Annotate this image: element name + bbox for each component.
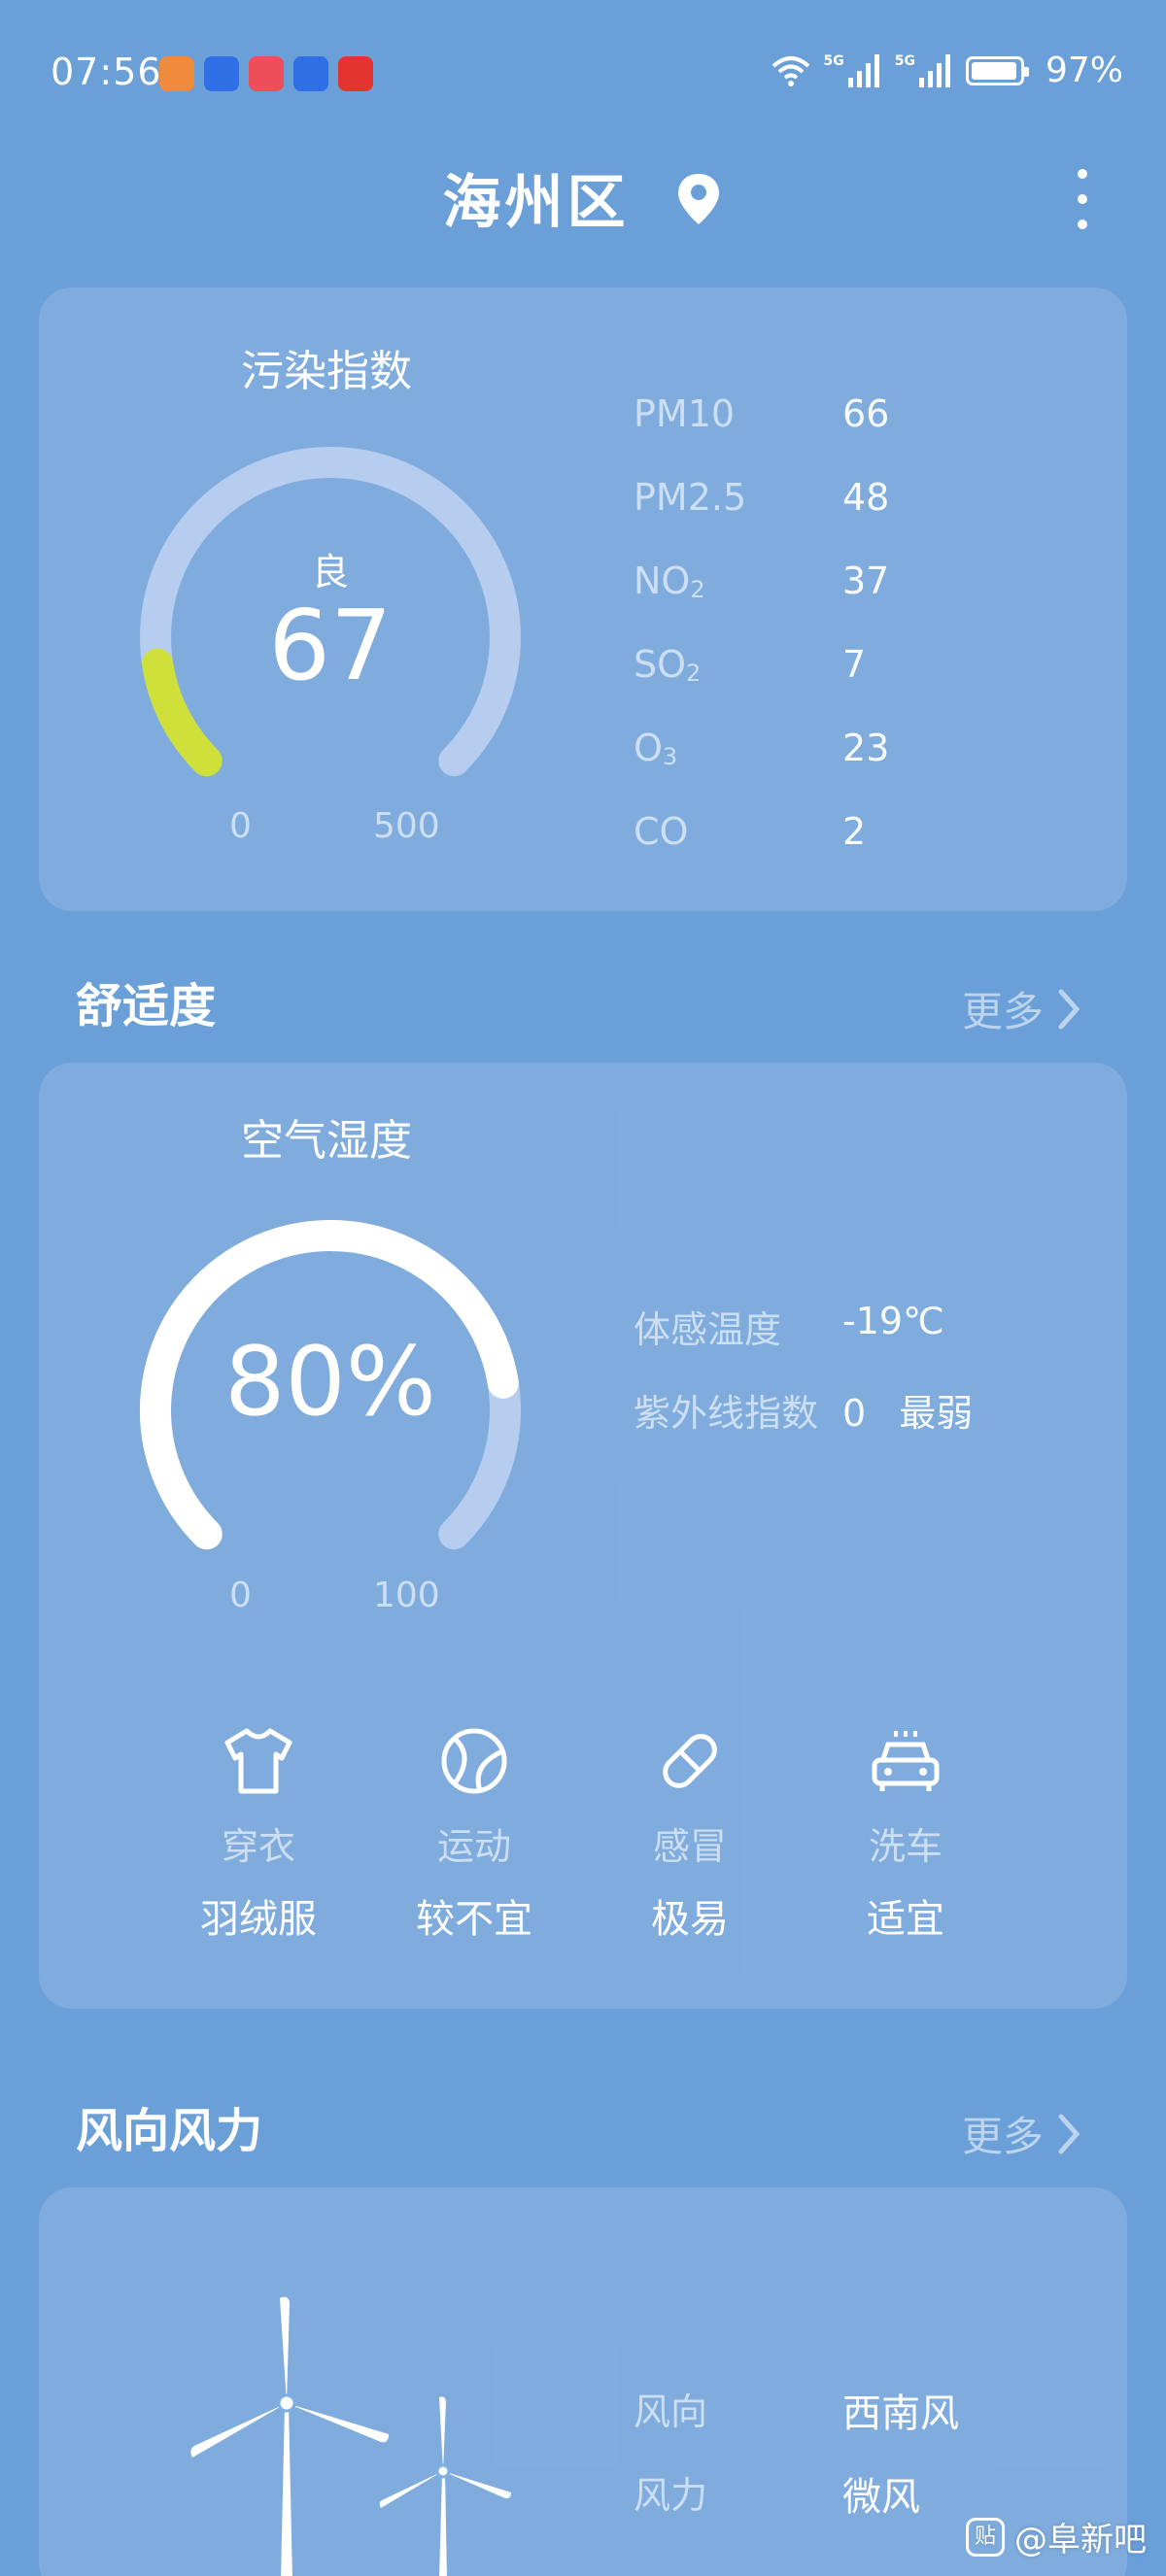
comfort-item-value: 适宜 — [867, 1897, 944, 1942]
battery-percent: 97% — [1045, 51, 1123, 90]
aqi-scale-min: 0 — [229, 806, 252, 846]
baidu-app-icon — [204, 56, 239, 91]
pinduoduo-app-icon — [338, 56, 373, 91]
comfort-more-link[interactable]: 更多 — [962, 979, 1080, 1038]
wifi-icon — [772, 55, 809, 86]
pollutant-name: PM10 — [634, 392, 736, 435]
comfort-item-label: 穿衣 — [221, 1825, 295, 1868]
wind-more-link[interactable]: 更多 — [962, 2104, 1080, 2163]
pollutant-value: 37 — [842, 559, 890, 602]
more-options-icon[interactable] — [1071, 165, 1094, 233]
wind-turbine-icon — [190, 2296, 511, 2576]
ball-icon — [441, 1728, 507, 1794]
wind-force-label: 风力 — [634, 2474, 708, 2517]
feels-like-value: -19℃ — [842, 1300, 944, 1342]
humidity-scale-max: 100 — [373, 1576, 440, 1615]
pill-icon — [663, 1734, 717, 1788]
wind-more-label: 更多 — [961, 2113, 1044, 2160]
status-right: 5G 5G 97% — [772, 51, 1123, 90]
watermark-text: @阜新吧 — [1014, 2521, 1147, 2559]
pollutant-row: PM10 66 — [634, 392, 889, 476]
wind-direction-value: 西南风 — [842, 2391, 959, 2436]
comfort-item-carwash[interactable]: 洗车 适宜 — [808, 1727, 1003, 1944]
comfort-card[interactable]: 空气湿度 80% 0 100 体感温度 -19℃ 紫外线指数 0 最弱 穿衣 羽… — [39, 1063, 1127, 2009]
comfort-item-label: 洗车 — [868, 1825, 943, 1868]
comfort-details: 体感温度 -19℃ 紫外线指数 0 最弱 — [634, 1300, 973, 1467]
feels-like-label: 体感温度 — [634, 1308, 782, 1351]
aqi-scale-max: 500 — [373, 806, 440, 846]
pollutant-value: 23 — [842, 727, 890, 769]
pollutant-value: 66 — [842, 392, 890, 435]
pollutant-name: CO — [634, 810, 689, 853]
pollutant-name: SO2 — [634, 643, 702, 687]
comfort-section-title: 舒适度 — [76, 979, 217, 1034]
comfort-item-clothing[interactable]: 穿衣 羽绒服 — [161, 1727, 356, 1944]
uv-level: 最弱 — [899, 1392, 974, 1435]
pollutant-row: CO 2 — [634, 810, 889, 894]
humidity-scale-min: 0 — [229, 1576, 252, 1615]
wind-section-title: 风向风力 — [76, 2104, 263, 2158]
signal-1-icon: 5G — [824, 53, 881, 87]
location-header[interactable]: 海州区 — [0, 155, 1166, 240]
aqi-value: 67 — [268, 589, 393, 702]
pollutant-name: O3 — [634, 727, 678, 770]
comfort-item-value: 羽绒服 — [200, 1897, 317, 1942]
uv-row: 紫外线指数 0 最弱 — [634, 1383, 973, 1467]
baidu-app-icon-2 — [293, 56, 328, 91]
tieba-logo-icon: 贴 — [966, 2517, 1005, 2557]
humidity-value: 80% — [224, 1327, 436, 1438]
status-bar: 07:56 5G 5G 97% — [0, 0, 1166, 146]
battery-icon — [965, 55, 1029, 85]
aqi-quality: 良 — [311, 551, 349, 593]
status-time: 07:56 — [51, 51, 162, 93]
chevron-right-icon — [1058, 989, 1080, 1029]
xiaohongshu-app-icon — [249, 56, 284, 91]
health-app-icon — [159, 56, 194, 91]
comfort-more-label: 更多 — [961, 988, 1044, 1035]
pollution-title: 污染指数 — [241, 347, 412, 396]
car-wash-icon — [872, 1731, 940, 1791]
comfort-item-cold[interactable]: 感冒 极易 — [593, 1727, 787, 1944]
comfort-item-sport[interactable]: 运动 较不宜 — [377, 1727, 571, 1944]
comfort-item-label: 运动 — [436, 1825, 511, 1868]
watermark: 贴 @阜新吧 — [966, 2513, 1147, 2560]
chevron-right-icon — [1058, 2114, 1080, 2153]
wind-details: 风向 西南风 风力 微风 — [634, 2382, 959, 2549]
comfort-item-label: 感冒 — [652, 1825, 727, 1868]
pollutant-row: O3 23 — [634, 727, 889, 810]
wind-force-row: 风力 微风 — [634, 2465, 959, 2549]
wind-force-value: 微风 — [842, 2475, 920, 2520]
feels-like-row: 体感温度 -19℃ — [634, 1300, 973, 1383]
pollutant-list: PM10 66 PM2.5 48 NO2 37 SO2 7 O3 23 CO 2 — [634, 392, 889, 894]
pollutant-name: NO2 — [634, 559, 705, 603]
location-title: 海州区 — [442, 169, 630, 237]
pollutant-value: 2 — [842, 810, 867, 853]
signal-2-icon: 5G — [895, 53, 952, 87]
pollutant-value: 7 — [842, 643, 867, 686]
pollutant-row: NO2 37 — [634, 559, 889, 643]
comfort-item-value: 较不宜 — [416, 1897, 532, 1942]
pollution-card[interactable]: 污染指数 良 67 0 500 PM10 66 PM2.5 48 NO2 37 … — [39, 288, 1127, 911]
uv-value: 0 — [842, 1392, 867, 1435]
uv-label: 紫外线指数 — [634, 1392, 819, 1435]
location-pin-icon — [678, 174, 720, 224]
wind-card[interactable]: 风向 西南风 风力 微风 — [39, 2187, 1127, 2576]
pollutant-value: 48 — [842, 476, 890, 519]
pollutant-row: PM2.5 48 — [634, 476, 889, 559]
shirt-icon — [224, 1728, 292, 1794]
wind-direction-label: 风向 — [634, 2390, 708, 2433]
pollutant-name: PM2.5 — [634, 476, 747, 519]
pollutant-row: SO2 7 — [634, 643, 889, 727]
humidity-title: 空气湿度 — [241, 1116, 412, 1166]
wind-direction-row: 风向 西南风 — [634, 2382, 959, 2465]
comfort-item-value: 极易 — [651, 1897, 729, 1942]
